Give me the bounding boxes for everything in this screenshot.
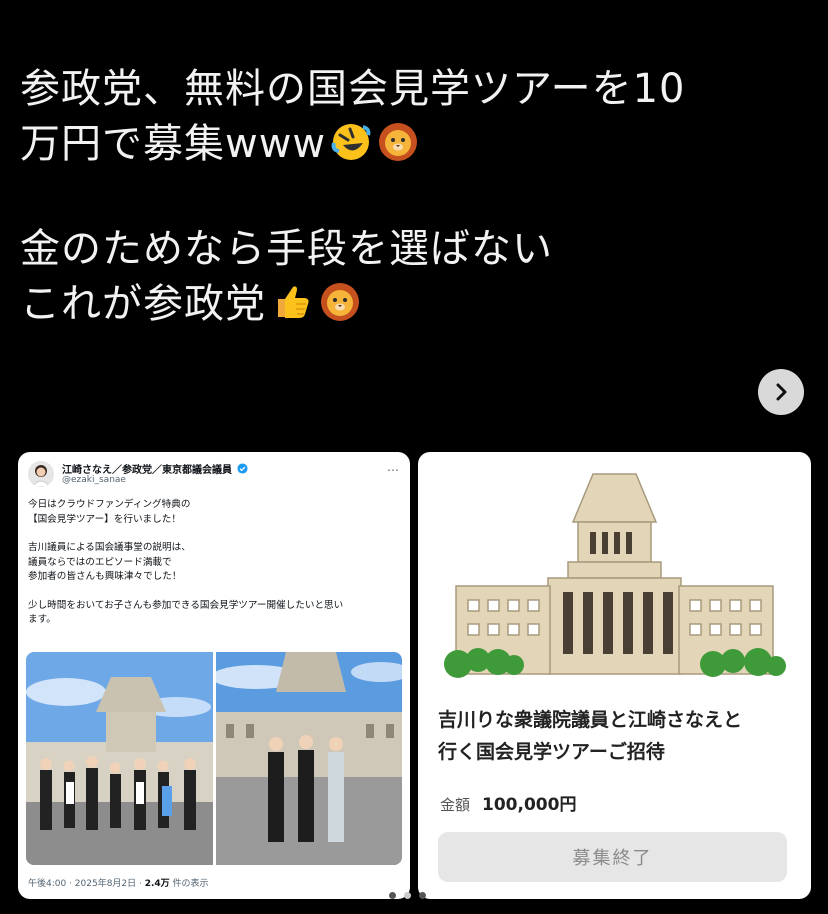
lion-face-emoji-icon — [376, 119, 420, 178]
tweet-paragraph-3: 少し時間をおいてお子さんも参加できる国会見学ツアー開催したいと思い ます。 — [28, 599, 344, 626]
diet-building-illustration — [418, 452, 811, 692]
post-line-4: これが参政党 — [20, 277, 800, 332]
post-line-1: 参政党、無料の国会見学ツアーを10 — [20, 66, 686, 112]
price-label: 金額 — [440, 796, 471, 814]
price-value: 100,000円 — [482, 795, 577, 815]
offer-title: 吉川りな衆議院議員と江崎さなえと 行く国会見学ツアーご招待 — [438, 709, 743, 763]
post-line-2: 万円で募集www — [20, 117, 800, 172]
page-dot-1 — [389, 892, 396, 899]
verified-badge-icon — [237, 463, 249, 474]
tweet-author-name: 江崎さなえ／参政党／東京都議会議員 — [62, 461, 249, 476]
recruitment-closed-button[interactable]: 募集終了 — [438, 832, 787, 882]
post-line-3: 金のためなら手段を選ばない — [20, 226, 553, 272]
tweet-paragraph-2: 吉川議員による国会議事堂の説明は、 議員ならではのエピソード満載で 参加者の皆さんも… — [28, 542, 191, 582]
carousel-next-button[interactable] — [758, 369, 804, 415]
carousel-page-indicator — [389, 892, 426, 899]
rolling-laughing-emoji-icon — [330, 121, 372, 178]
building-trio-photo — [215, 652, 402, 865]
tweet-screenshot-image[interactable]: 江崎さなえ／参政党／東京都議会議員 @ezaki_sanae … 今日はクラウド… — [18, 452, 410, 899]
crowdfunding-reward-card[interactable]: 吉川りな衆議院議員と江崎さなえと 行く国会見学ツアーご招待 金額 100,000円 … — [418, 452, 811, 899]
group-photo — [26, 652, 213, 865]
chevron-right-icon — [776, 383, 787, 401]
tweet-paragraph-1: 今日はクラウドファンディング特典の 【国会見学ツアー】を行いました！ — [28, 499, 191, 525]
post-text: 参政党、無料の国会見学ツアーを10 万円で募集www 金のためなら手段を選ばない… — [20, 62, 800, 332]
tweet-footer: 午後4:00 · 2025年8月2日 · 2.4万 件の表示 — [28, 879, 209, 889]
tweet-body: 今日はクラウドファンディング特典の 【国会見学ツアー】を行いました！ 吉川議員によ… — [28, 498, 400, 642]
more-options-icon: … — [387, 460, 400, 474]
price-row: 金額 100,000円 — [440, 790, 576, 815]
page-dot-2 — [404, 892, 411, 899]
tweet-photos — [26, 652, 402, 865]
tweet-header: 江崎さなえ／参政党／東京都議会議員 @ezaki_sanae … — [28, 460, 402, 490]
thumbs-up-emoji-icon — [270, 279, 314, 338]
lion-face-emoji-icon-2 — [318, 279, 362, 338]
page-dot-3 — [419, 892, 426, 899]
avatar — [28, 461, 54, 487]
tweet-handle: @ezaki_sanae — [62, 475, 126, 485]
